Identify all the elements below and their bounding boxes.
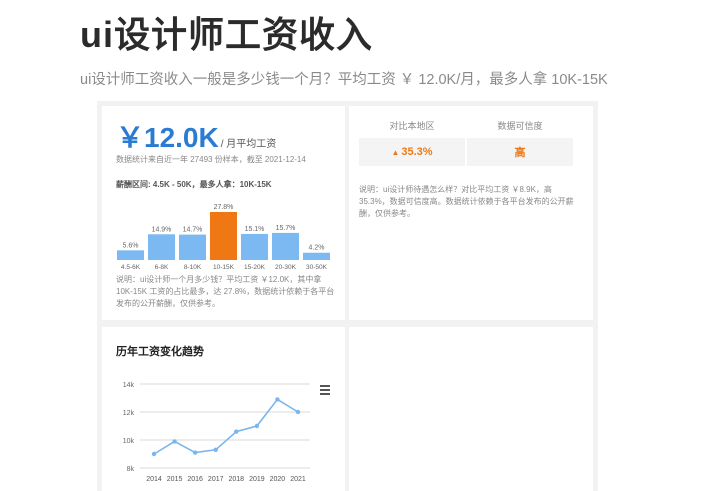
distribution-value-label: 5.6% <box>123 242 139 249</box>
distribution-category-label: 6-8K <box>155 264 169 271</box>
data-trust-value: 高 <box>467 138 573 166</box>
average-salary-value: ￥12.0K <box>116 122 219 153</box>
trend-point <box>213 447 218 452</box>
salary-note: 说明：ui设计师一个月多少钱？平均工资 ￥12.0K，其中拿 10K-15K 工… <box>116 275 335 308</box>
page-subtitle: ui设计师工资收入一般是多少钱一个月？平均工资 ￥ 12.0K/月，最多人拿 1… <box>80 72 608 88</box>
menu-icon[interactable] <box>320 385 330 397</box>
local-compare-percent: 35.3% <box>401 146 433 158</box>
distribution-value-label: 4.2% <box>309 245 325 252</box>
salary-trend-panel: 8k 10k 12k 14k 2014 2015 2016 2017 2018 2019 2020 2… <box>102 327 345 491</box>
salary-report-frame: ￥12.0K / 月平均工资 数据统计来自近一年 27493 份样本，截至 202… <box>97 101 598 491</box>
comparison-panel: 对比本地区 数据可信度 ▲ 35.3% 高 说明：ui设计师待遇怎么样？对比平均工… <box>349 106 593 320</box>
distribution-category-label: 30-50K <box>306 264 328 271</box>
data-trust-label: 数据可信度 <box>497 121 543 131</box>
arrow-up-icon: ▲ <box>391 147 400 157</box>
comparison-note: 说明：ui设计师待遇怎么样？对比平均工资 ￥8.9K，高 35.3%，数据可信度… <box>359 185 574 218</box>
x-tick-label: 2018 <box>228 476 244 483</box>
sample-source-text: 数据统计来自近一年 27493 份样本，截至 2021-12-14 <box>116 155 306 164</box>
distribution-value-label: 15.1% <box>245 226 265 233</box>
distribution-category-label: 4.5-6K <box>121 264 141 271</box>
distribution-bar <box>179 234 206 260</box>
salary-trend-title: 历年工资变化趋势 <box>116 346 204 358</box>
x-tick-label: 2020 <box>270 476 286 483</box>
distribution-bar <box>303 252 330 260</box>
distribution-bar <box>210 212 237 260</box>
empty-panel <box>349 327 593 491</box>
x-tick-label: 2019 <box>249 476 265 483</box>
distribution-bar <box>148 234 175 260</box>
salary-summary-panel: ￥12.0K / 月平均工资 数据统计来自近一年 27493 份样本，截至 202… <box>102 106 345 320</box>
y-tick-label: 12k <box>123 410 135 417</box>
distribution-category-label: 10-15K <box>213 264 235 271</box>
trend-point <box>275 397 280 402</box>
average-salary-unit: / 月平均工资 <box>220 139 277 150</box>
trend-point <box>172 439 177 444</box>
distribution-category-label: 8-10K <box>184 264 202 271</box>
distribution-bar <box>241 233 268 260</box>
y-tick-label: 10k <box>123 438 135 445</box>
distribution-value-label: 15.7% <box>276 225 296 232</box>
distribution-bar <box>117 250 144 260</box>
x-tick-label: 2015 <box>167 476 183 483</box>
average-salary: ￥12.0K / 月平均工资 <box>116 116 276 156</box>
salary-trend-line <box>153 398 299 455</box>
distribution-value-label: 14.9% <box>152 226 172 233</box>
page-title: ui设计师工资收入 <box>80 14 373 55</box>
local-compare-value: ▲ 35.3% <box>359 138 465 166</box>
y-tick-label: 8k <box>127 466 135 473</box>
trend-point <box>254 423 260 429</box>
x-tick-label: 2016 <box>187 476 203 483</box>
local-compare-label: 对比本地区 <box>389 121 435 131</box>
salary-distribution-chart: 5.6% 4.5-6K 14.9% 6-8K 14.7% 8-10K 27.8% 10-15K… <box>117 204 330 271</box>
trend-point <box>234 429 239 434</box>
y-tick-label: 14k <box>123 382 135 389</box>
salary-range-text: 薪酬区间: 4.5K - 50K，最多人拿：10K-15K <box>116 180 272 189</box>
distribution-value-label: 27.8% <box>214 204 234 211</box>
trend-point <box>295 409 301 415</box>
distribution-bar <box>272 232 299 260</box>
x-tick-label: 2014 <box>146 476 162 483</box>
x-tick-label: 2017 <box>208 476 224 483</box>
trend-point <box>192 450 198 455</box>
x-tick-label: 2021 <box>290 476 306 483</box>
trend-point <box>151 451 157 457</box>
distribution-category-label: 20-30K <box>275 264 297 271</box>
distribution-category-label: 15-20K <box>244 264 266 271</box>
distribution-value-label: 14.7% <box>183 227 203 234</box>
